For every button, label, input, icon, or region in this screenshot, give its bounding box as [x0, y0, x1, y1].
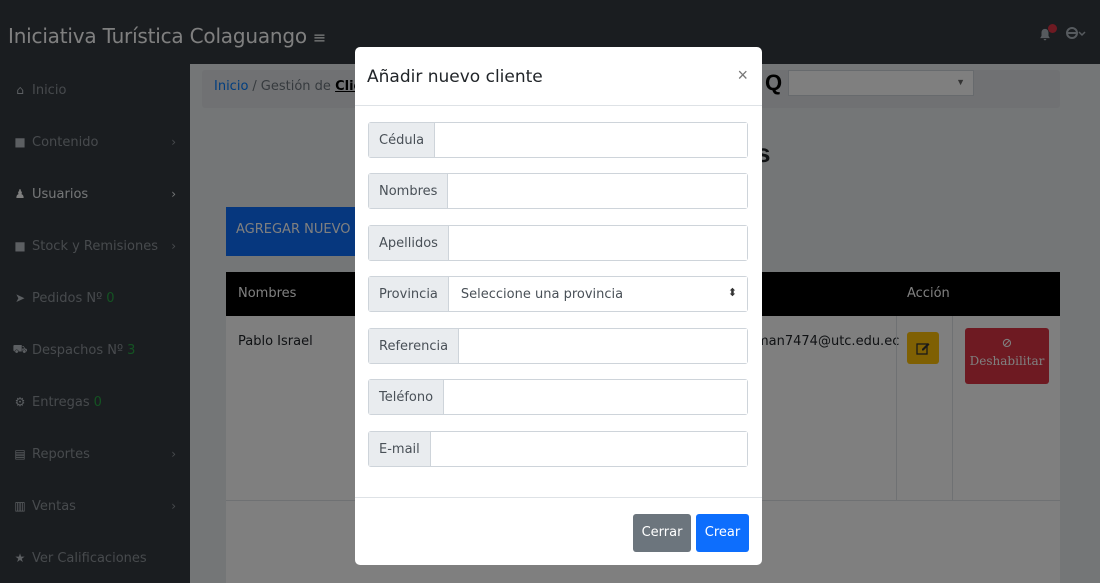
close-icon[interactable]: × — [737, 65, 748, 86]
cedula-label: Cédula — [369, 123, 436, 157]
modal-footer: Cerrar Crear — [355, 497, 762, 565]
telefono-label: Teléfono — [369, 380, 445, 414]
create-button[interactable]: Crear — [696, 514, 749, 552]
email-field: E-mail — [368, 431, 748, 467]
modal-header: Añadir nuevo cliente × — [355, 47, 762, 106]
modal-title: Añadir nuevo cliente — [367, 67, 543, 87]
nombres-field: Nombres — [368, 173, 748, 209]
cedula-field: Cédula — [368, 122, 748, 158]
apellidos-field: Apellidos — [368, 225, 748, 261]
telefono-field: Teléfono — [368, 379, 748, 415]
add-client-modal: Añadir nuevo cliente × Cédula Nombres Ap… — [355, 47, 762, 565]
cedula-input[interactable] — [435, 123, 747, 157]
telefono-input[interactable] — [444, 380, 747, 414]
provincia-field: Provincia Seleccione una provincia ⬍ — [368, 276, 748, 312]
select-arrows-icon: ⬍ — [727, 286, 737, 299]
provincia-select-value: Seleccione una provincia — [460, 286, 624, 302]
email-label: E-mail — [369, 432, 431, 466]
referencia-input[interactable] — [459, 329, 747, 363]
close-button[interactable]: Cerrar — [633, 514, 691, 552]
provincia-label: Provincia — [369, 277, 449, 311]
nombres-label: Nombres — [369, 174, 449, 208]
referencia-label: Referencia — [369, 329, 460, 363]
email-input[interactable] — [430, 432, 747, 466]
provincia-select[interactable]: Seleccione una provincia ⬍ — [448, 277, 747, 311]
apellidos-input[interactable] — [448, 226, 747, 260]
referencia-field: Referencia — [368, 328, 748, 364]
nombres-input[interactable] — [448, 174, 747, 208]
apellidos-label: Apellidos — [369, 226, 449, 260]
